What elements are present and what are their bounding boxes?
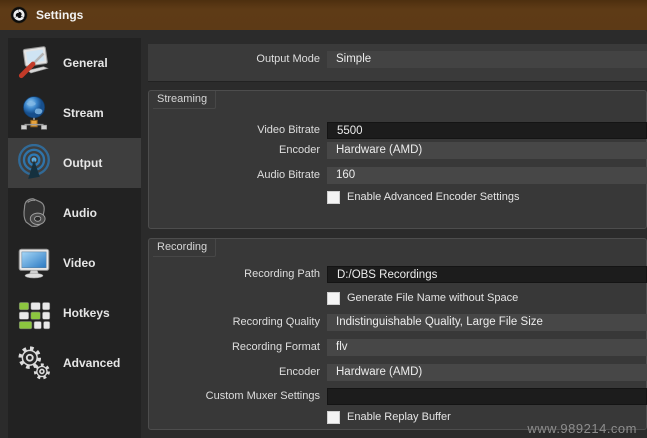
recording-format-select[interactable]: flv xyxy=(327,339,647,356)
sidebar-item-advanced[interactable]: Advanced xyxy=(8,338,141,388)
recording-encoder-label: Encoder xyxy=(279,366,320,378)
sidebar-item-label: Advanced xyxy=(63,356,121,370)
replay-buffer-checkbox[interactable] xyxy=(327,410,340,424)
sidebar-item-hotkeys[interactable]: Hotkeys xyxy=(8,288,141,338)
recording-quality-row: Recording Quality Indistinguishable Qual… xyxy=(148,314,647,331)
audio-icon xyxy=(15,194,53,232)
sidebar-item-label: Hotkeys xyxy=(63,306,110,320)
advanced-encoder-settings-checkbox[interactable] xyxy=(327,190,340,204)
settings-nav-sidebar: General Stream Output Audio Video Hotkey… xyxy=(8,38,141,438)
sidebar-item-general[interactable]: General xyxy=(8,38,141,88)
streaming-group-title: Streaming xyxy=(153,91,217,109)
stream-encoder-select[interactable]: Hardware (AMD) xyxy=(327,142,647,159)
streaming-group: Streaming xyxy=(148,90,647,229)
recording-path-label: Recording Path xyxy=(244,268,320,280)
sidebar-item-label: Stream xyxy=(63,106,104,120)
generate-filename-checkbox[interactable] xyxy=(327,291,340,305)
stream-icon xyxy=(15,94,53,132)
video-icon xyxy=(15,244,53,282)
generate-filename-label: Generate File Name without Space xyxy=(347,292,519,304)
recording-format-label: Recording Format xyxy=(231,341,320,353)
obs-logo-icon xyxy=(10,6,28,24)
generate-filename-checkrow: Generate File Name without Space xyxy=(327,291,518,305)
custom-muxer-row: Custom Muxer Settings xyxy=(148,388,647,405)
sidebar-item-audio[interactable]: Audio xyxy=(8,188,141,238)
watermark-text: www.989214.com xyxy=(527,421,637,436)
hotkeys-icon xyxy=(15,294,53,332)
recording-quality-label: Recording Quality xyxy=(232,316,320,328)
advanced-icon xyxy=(15,344,53,382)
sidebar-item-label: Video xyxy=(63,256,96,270)
recording-path-input[interactable]: D:/OBS Recordings xyxy=(327,266,647,283)
recording-quality-select[interactable]: Indistinguishable Quality, Large File Si… xyxy=(327,314,647,331)
recording-format-row: Recording Format flv xyxy=(148,339,647,356)
advanced-encoder-settings-label: Enable Advanced Encoder Settings xyxy=(347,191,520,203)
sidebar-item-label: Output xyxy=(63,156,103,170)
window-titlebar[interactable]: Settings xyxy=(0,0,647,30)
recording-group-title: Recording xyxy=(153,239,217,257)
sidebar-item-video[interactable]: Video xyxy=(8,238,141,288)
recording-path-row: Recording Path D:/OBS Recordings xyxy=(148,266,647,283)
video-bitrate-input[interactable]: 5500 xyxy=(327,122,647,139)
settings-window: Settings General Stream Output Audio Vid… xyxy=(0,0,647,438)
output-mode-select[interactable]: Simple xyxy=(327,51,647,68)
sidebar-item-label: Audio xyxy=(63,206,97,220)
stream-encoder-label: Encoder xyxy=(279,144,320,156)
video-bitrate-row: Video Bitrate 5500 xyxy=(148,122,647,139)
audio-bitrate-row: Audio Bitrate 160 xyxy=(148,167,647,184)
recording-encoder-row: Encoder Hardware (AMD) xyxy=(148,364,647,381)
recording-encoder-select[interactable]: Hardware (AMD) xyxy=(327,364,647,381)
output-mode-label: Output Mode xyxy=(256,53,320,65)
output-icon xyxy=(15,143,53,182)
advanced-encoder-settings-checkrow: Enable Advanced Encoder Settings xyxy=(327,190,519,204)
sidebar-item-label: General xyxy=(63,56,108,70)
output-mode-row: Output Mode Simple xyxy=(148,51,647,68)
audio-bitrate-label: Audio Bitrate xyxy=(257,169,320,181)
window-title: Settings xyxy=(36,8,84,22)
audio-bitrate-select[interactable]: 160 xyxy=(327,167,647,184)
sidebar-item-stream[interactable]: Stream xyxy=(8,88,141,138)
replay-buffer-checkrow: Enable Replay Buffer xyxy=(327,410,451,424)
video-bitrate-label: Video Bitrate xyxy=(257,124,320,136)
stream-encoder-row: Encoder Hardware (AMD) xyxy=(148,142,647,159)
replay-buffer-label: Enable Replay Buffer xyxy=(347,411,451,423)
custom-muxer-label: Custom Muxer Settings xyxy=(205,390,320,402)
custom-muxer-input[interactable] xyxy=(327,388,647,405)
sidebar-item-output[interactable]: Output xyxy=(8,138,141,188)
general-icon xyxy=(15,44,53,82)
